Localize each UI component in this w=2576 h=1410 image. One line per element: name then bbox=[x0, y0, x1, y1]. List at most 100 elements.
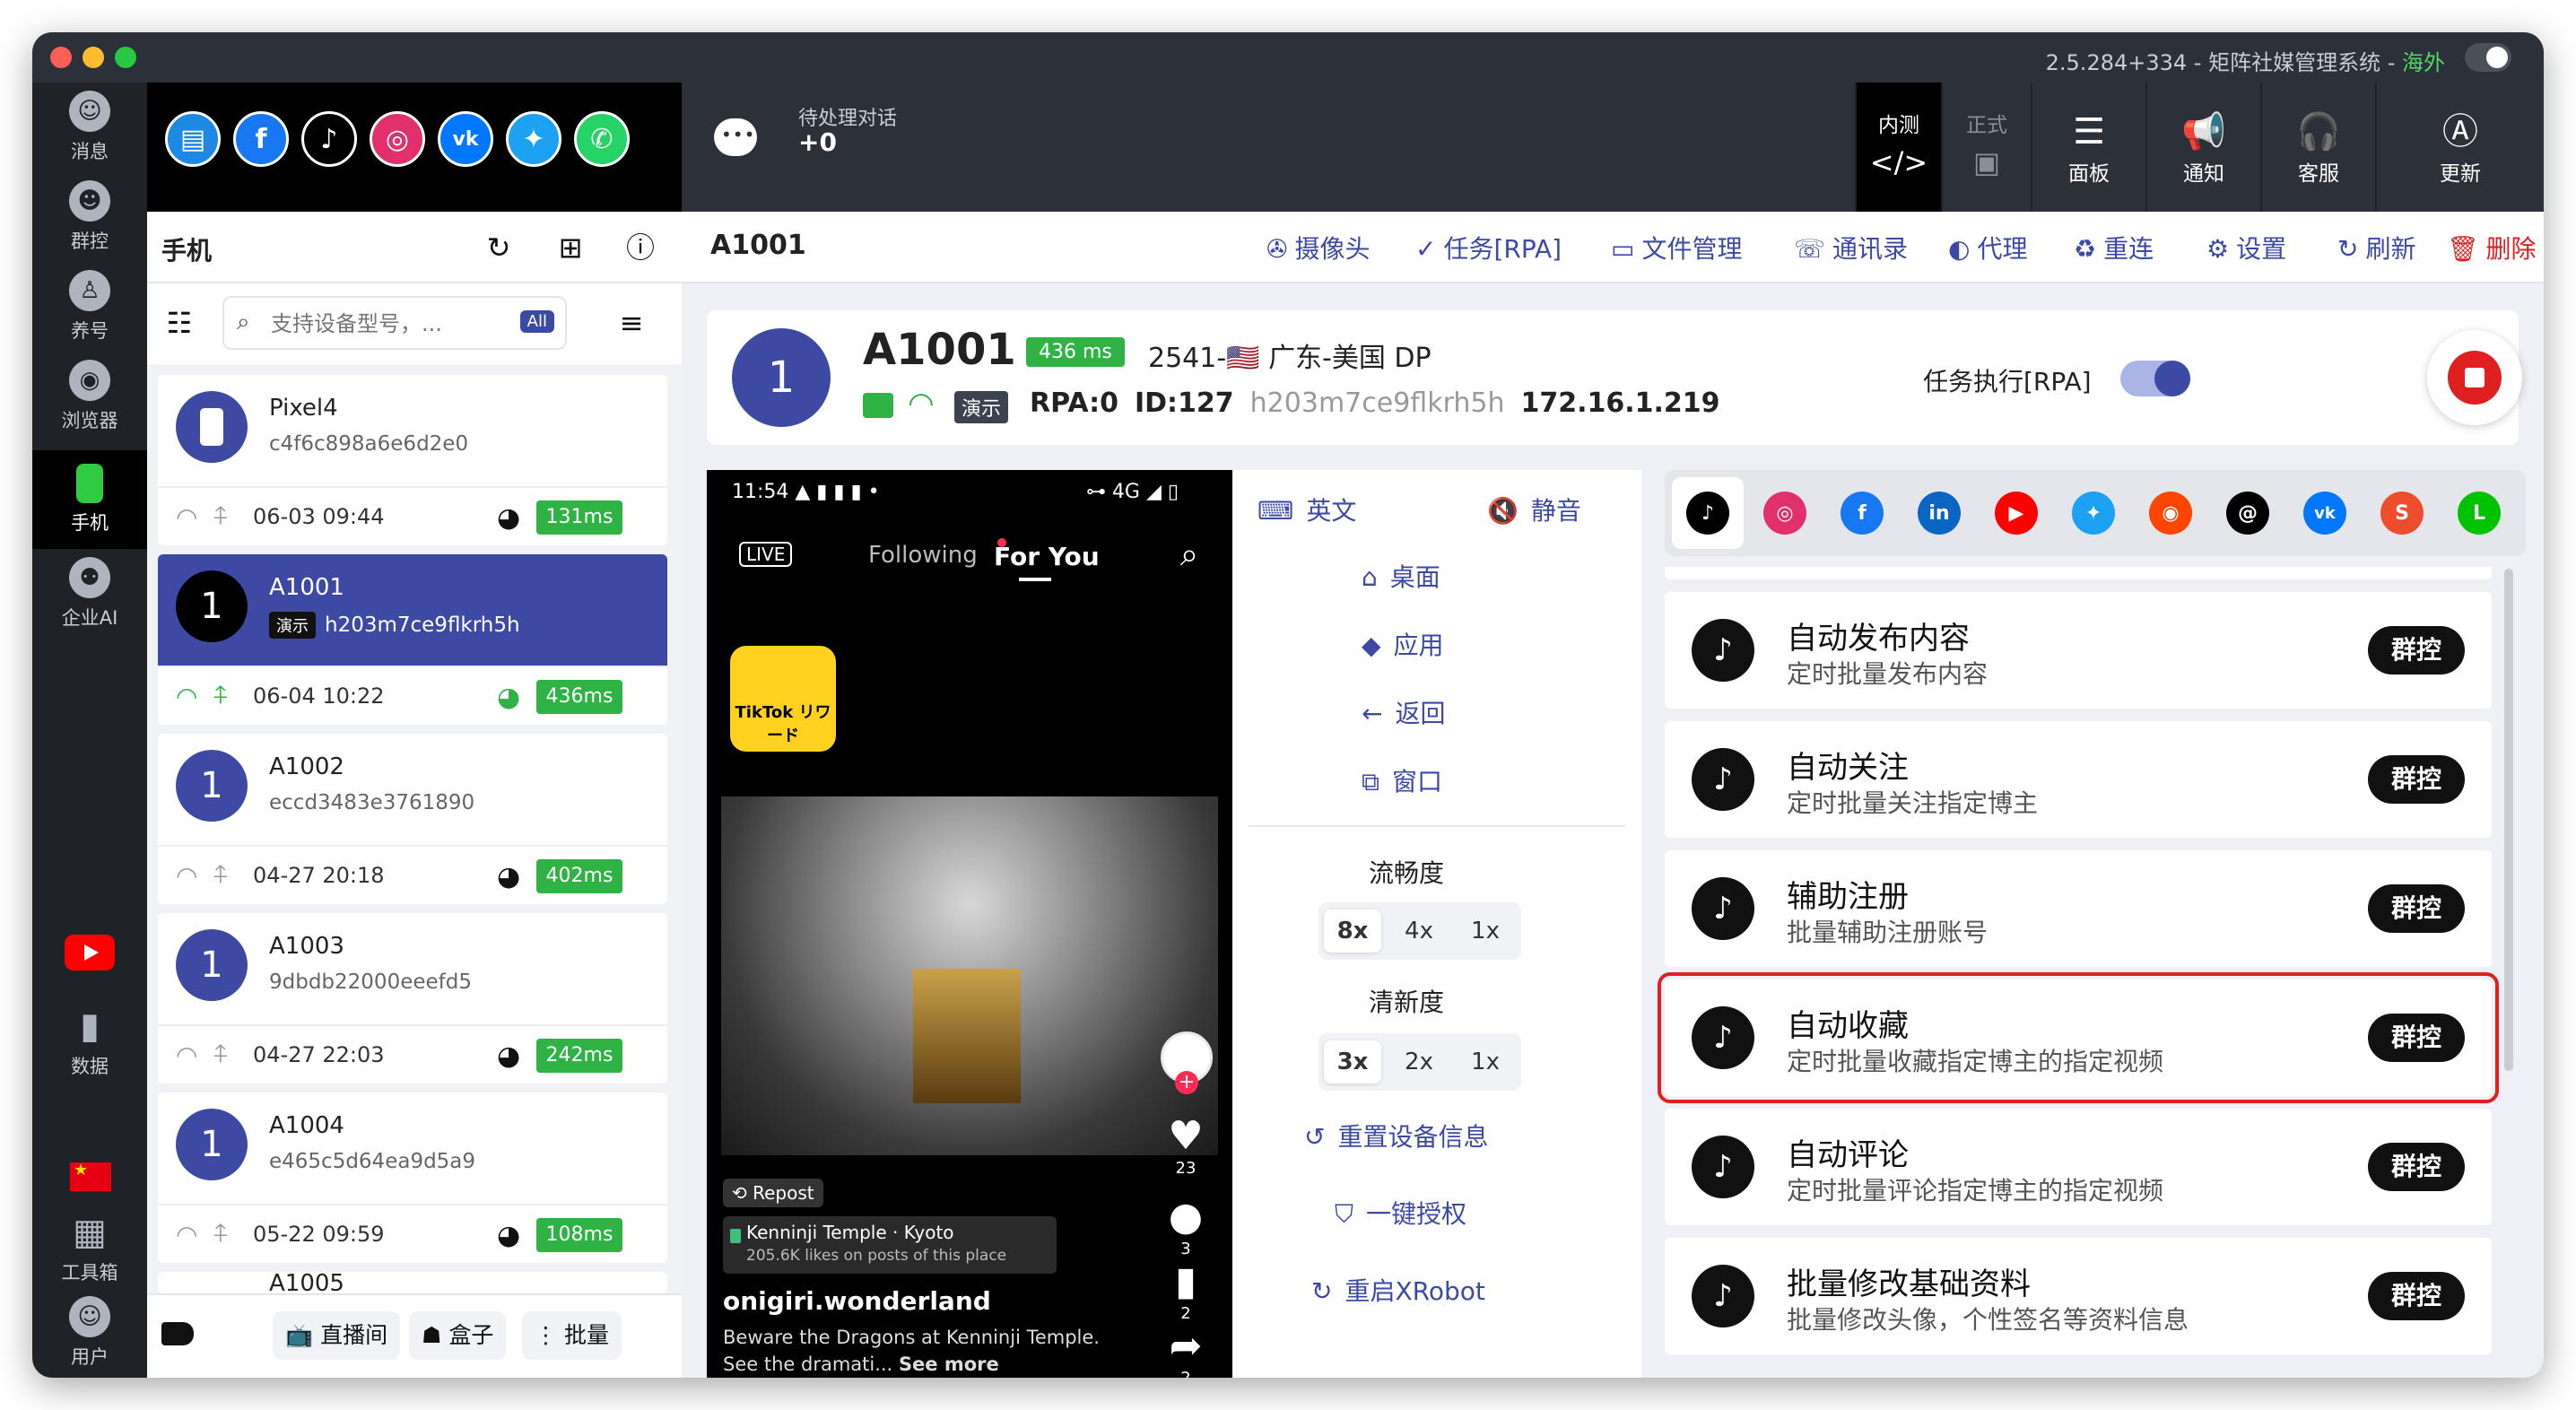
restart-xrobot-button[interactable]: ↻ 重启XRobot bbox=[1311, 1272, 1485, 1308]
follow-plus-icon[interactable]: + bbox=[1175, 1071, 1198, 1094]
fluency-option-1x[interactable]: 1x bbox=[1457, 910, 1514, 953]
clarity-option-2x[interactable]: 2x bbox=[1390, 1040, 1448, 1084]
group-control-button[interactable]: 群控 bbox=[2368, 755, 2465, 804]
folder-icon[interactable]: ▤ bbox=[165, 111, 221, 167]
panel-button[interactable]: ☰ 面板 bbox=[2031, 83, 2145, 212]
list-view-icon[interactable]: ☷ bbox=[161, 305, 197, 341]
rail-item-nurture[interactable]: ♙ 养号 bbox=[32, 262, 147, 352]
group-control-button[interactable]: 群控 bbox=[2368, 1272, 2465, 1320]
maximize-window-button[interactable] bbox=[115, 47, 136, 68]
search-icon[interactable]: ⌕ bbox=[1180, 536, 1198, 574]
search-filter-badge[interactable]: All bbox=[519, 310, 554, 333]
twitter-icon[interactable]: ✦ bbox=[2072, 492, 2115, 535]
contacts-button[interactable]: ☏ 通讯录 bbox=[1794, 230, 1908, 265]
repost-tag[interactable]: ⟲ Repost bbox=[723, 1179, 823, 1207]
tag-icon[interactable] bbox=[161, 1322, 194, 1345]
tiktok-icon[interactable]: ♪ bbox=[1686, 492, 1729, 535]
fluency-option-4x[interactable]: 4x bbox=[1390, 910, 1448, 953]
mute-button[interactable]: 🔇 静音 bbox=[1487, 492, 1581, 527]
task-card[interactable]: ♪ 辅助注册 批量辅助注册账号 群控 bbox=[1665, 850, 2492, 967]
rail-item-data[interactable]: ▮ 数据 bbox=[32, 997, 147, 1087]
share-button[interactable]: ➦2 bbox=[1159, 1324, 1213, 1379]
close-window-button[interactable] bbox=[50, 47, 72, 68]
reddit-icon[interactable]: ◉ bbox=[2149, 492, 2192, 535]
linkedin-icon[interactable]: in bbox=[1918, 492, 1961, 535]
facebook-icon[interactable]: f bbox=[1841, 492, 1884, 535]
save-button[interactable]: ▮ 2 bbox=[1159, 1259, 1213, 1324]
file-manager-button[interactable]: ▭ 文件管理 bbox=[1611, 230, 1742, 265]
youtube-icon[interactable]: ▶ bbox=[1995, 492, 2038, 535]
notification-button[interactable]: 📢 通知 bbox=[2145, 83, 2260, 212]
task-card[interactable]: ♪ 自动关注 定时批量关注指定博主 群控 bbox=[1665, 721, 2492, 838]
task-card-highlighted[interactable]: ♪ 自动收藏 定时批量收藏指定博主的指定视频 群控 bbox=[1658, 972, 2499, 1103]
box-button[interactable]: ☗ 盒子 bbox=[409, 1311, 507, 1360]
device-card[interactable]: 1 A1004 e465c5d64ea9d5a9 ◠ ⍏ 05-22 09:59… bbox=[158, 1092, 667, 1263]
reconnect-button[interactable]: ♻ 重连 bbox=[2074, 230, 2154, 265]
live-icon[interactable]: LIVE bbox=[739, 542, 793, 567]
support-button[interactable]: 🎧 客服 bbox=[2260, 83, 2375, 212]
rail-item-messages[interactable]: ☺ 消息 bbox=[32, 83, 147, 172]
group-control-button[interactable]: 群控 bbox=[2368, 1143, 2465, 1191]
group-control-button[interactable]: 群控 bbox=[2368, 1014, 2465, 1062]
window-button[interactable]: ⧉ 窗口 bbox=[1362, 762, 1442, 798]
task-list-scrollbar[interactable] bbox=[2504, 569, 2513, 1071]
phone-screen-mirror[interactable]: 11:54 ▲ ▮ ▮ ▮ • ⊶ 4G ◢ ▯ LIVE Following … bbox=[707, 470, 1232, 1378]
sort-icon[interactable]: ≡ bbox=[614, 305, 649, 341]
device-card[interactable]: 1 A1003 9dbdb22000eeefd5 ◠ ⍏ 04-27 22:03… bbox=[158, 913, 667, 1084]
update-button[interactable]: Ⓐ 更新 bbox=[2375, 83, 2544, 212]
comment-button[interactable]: ● 3 bbox=[1159, 1195, 1213, 1259]
twitter-icon[interactable]: ✦ bbox=[506, 111, 561, 167]
reset-device-info-button[interactable]: ↺ 重置设备信息 bbox=[1304, 1118, 1488, 1153]
rpa-task-button[interactable]: ✓ 任务[RPA] bbox=[1415, 230, 1562, 265]
line-icon[interactable]: L bbox=[2458, 492, 2501, 535]
rail-item-toolbox[interactable]: ▦ 工具箱 bbox=[32, 1204, 147, 1293]
task-card[interactable]: ♪ 自动发布内容 定时批量发布内容 群控 bbox=[1665, 592, 2492, 709]
shopee-icon[interactable]: S bbox=[2380, 492, 2424, 535]
back-button[interactable]: ← 返回 bbox=[1362, 694, 1445, 730]
tiktok-icon[interactable]: ♪ bbox=[301, 111, 357, 167]
rail-item-enterprise-ai[interactable]: ⚉ 企业AI bbox=[32, 549, 147, 639]
device-card[interactable]: Pixel4 c4f6c898a6e6d2e0 ◠ ⍏ 06-03 09:44 … bbox=[158, 375, 667, 545]
camera-button[interactable]: ✇ 摄像头 bbox=[1266, 230, 1370, 265]
task-card[interactable]: ♪ 批量修改基础资料 批量修改头像，个性签名等资料信息 群控 bbox=[1665, 1238, 2492, 1354]
instagram-icon[interactable]: ◎ bbox=[370, 111, 425, 167]
group-control-button[interactable]: 群控 bbox=[2368, 884, 2465, 933]
device-card-partial[interactable]: A1005 bbox=[158, 1272, 667, 1293]
batch-button[interactable]: ⋮ 批量 bbox=[522, 1311, 622, 1360]
youtube-icon[interactable] bbox=[65, 935, 115, 970]
apps-button[interactable]: ◆ 应用 bbox=[1362, 626, 1444, 662]
tiktok-reward-badge[interactable]: TikTok リワード bbox=[730, 646, 836, 752]
delete-button[interactable]: 🗑 删除 bbox=[2447, 230, 2537, 265]
refresh-button[interactable]: ↻ 刷新 bbox=[2337, 230, 2415, 265]
tab-for-you[interactable]: For You bbox=[994, 542, 1100, 571]
vk-icon[interactable]: vk bbox=[438, 111, 493, 167]
vk-icon[interactable]: vk bbox=[2303, 492, 2346, 535]
task-card[interactable]: ♪ 自动评论 定时批量评论指定博主的指定视频 群控 bbox=[1665, 1109, 2492, 1225]
info-icon[interactable]: ⓘ bbox=[622, 230, 658, 265]
group-control-button[interactable]: 群控 bbox=[2368, 626, 2465, 675]
settings-button[interactable]: ⚙ 设置 bbox=[2206, 230, 2286, 265]
stop-button[interactable] bbox=[2427, 330, 2522, 425]
live-room-button[interactable]: 📺 直播间 bbox=[273, 1311, 401, 1360]
pending-chat-icon[interactable] bbox=[714, 118, 757, 156]
rail-item-user[interactable]: ☺ 用户 bbox=[32, 1288, 147, 1378]
beta-env-button[interactable]: 内测 </> bbox=[1855, 83, 1941, 212]
proxy-button[interactable]: ◐ 代理 bbox=[1948, 230, 2027, 265]
tab-following[interactable]: Following bbox=[868, 542, 978, 569]
video-author[interactable]: onigiri.wonderland bbox=[723, 1286, 991, 1316]
clarity-option-3x[interactable]: 3x bbox=[1324, 1040, 1381, 1084]
prod-env-button[interactable]: 正式 ▣ bbox=[1941, 83, 2031, 212]
desktop-button[interactable]: ⌂ 桌面 bbox=[1362, 558, 1440, 594]
whatsapp-icon[interactable]: ✆ bbox=[574, 111, 630, 167]
like-button[interactable]: ♥ 23 bbox=[1159, 1114, 1213, 1179]
facebook-icon[interactable]: f bbox=[233, 111, 289, 167]
rail-item-group-control[interactable]: ☻ 群控 bbox=[32, 172, 147, 262]
device-search-input[interactable] bbox=[271, 309, 504, 339]
add-device-icon[interactable]: ⊞ bbox=[553, 230, 588, 265]
device-card[interactable]: 1 A1002 eccd3483e3761890 ◠ ⍏ 04-27 20:18… bbox=[158, 734, 667, 904]
see-more-link[interactable]: See more bbox=[899, 1353, 999, 1375]
fluency-option-8x[interactable]: 8x bbox=[1324, 910, 1381, 953]
rail-item-phone[interactable]: 手机 bbox=[32, 450, 147, 549]
minimize-window-button[interactable] bbox=[83, 47, 104, 68]
theme-toggle[interactable] bbox=[2465, 43, 2511, 72]
